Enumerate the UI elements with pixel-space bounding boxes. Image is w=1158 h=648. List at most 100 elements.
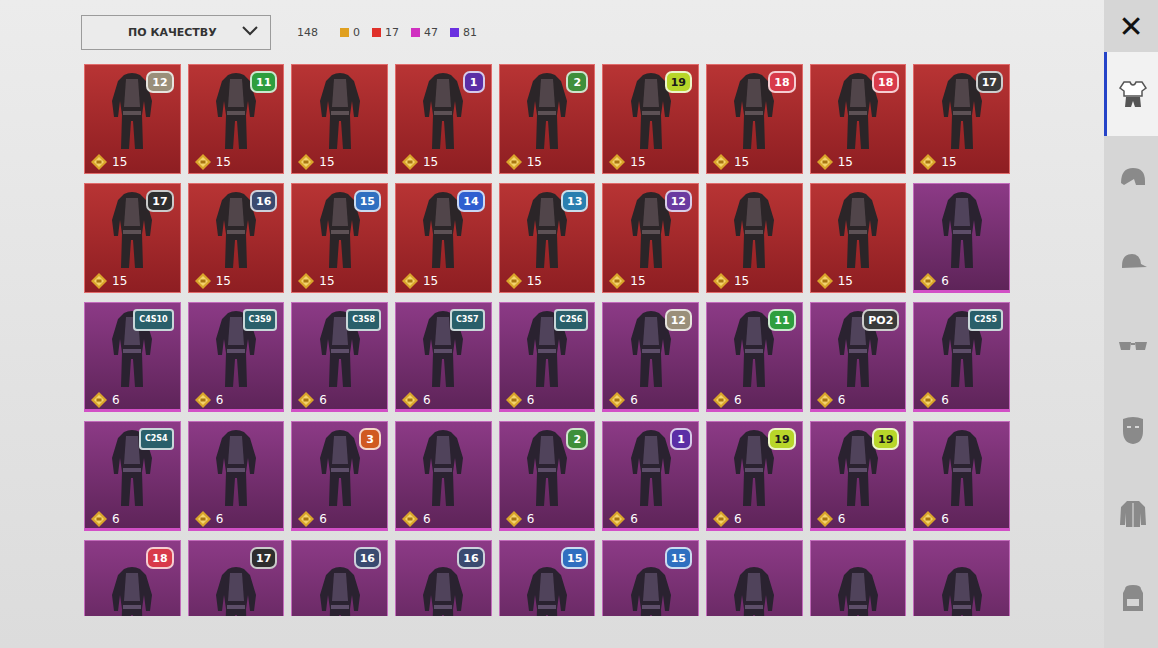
outfit-card[interactable]: 1514 [395,183,492,293]
coin-icon [298,511,314,527]
outfit-card[interactable]: 18 [84,540,181,616]
coin-icon [713,273,729,289]
item-cost: 15 [707,153,802,174]
item-grid-viewport: 1512151115151152151915181518151715171516… [84,64,1010,616]
outfit-card[interactable]: 6C3S7 [395,302,492,412]
outfit-card[interactable]: 1513 [499,183,596,293]
badge-text: 2 [574,77,582,88]
outfit-card[interactable]: 6C3S9 [188,302,285,412]
close-button[interactable]: ✕ [1104,0,1158,52]
outfit-icon [914,422,1009,510]
outfit-icon [292,65,387,153]
category-tab[interactable] [1104,388,1158,472]
item-cost: 15 [811,272,906,293]
outfit-card[interactable]: 1515 [291,183,388,293]
badge-text: 19 [671,77,686,88]
outfit-card[interactable] [810,540,907,616]
season-badge: 1 [670,428,692,450]
outfit-card[interactable]: 6C2S4 [84,421,181,531]
coin-icon [609,392,625,408]
outfit-card[interactable]: 6 [395,421,492,531]
cost-value: 6 [216,393,224,407]
season-badge: 19 [872,428,899,450]
category-tab[interactable] [1104,52,1158,136]
category-tab[interactable] [1104,304,1158,388]
glasses-icon [1117,336,1149,356]
coin-icon [713,392,729,408]
item-cost: 15 [292,272,387,293]
outfit-card[interactable]: 6C2S6 [499,302,596,412]
outfit-card[interactable]: 63 [291,421,388,531]
cost-value: 15 [630,274,645,288]
badge-text: 2 [574,434,582,445]
outfit-card[interactable]: 16 [395,540,492,616]
outfit-icon [914,541,1009,616]
outfit-card[interactable]: 151 [395,64,492,174]
outfit-card[interactable]: 15 [810,183,907,293]
item-cost: 6 [914,391,1009,412]
cost-value: 6 [216,512,224,526]
item-cost: 15 [603,272,698,293]
cost-value: 6 [838,512,846,526]
outfit-card[interactable]: 6 [913,183,1010,293]
outfit-card[interactable]: 15 [706,183,803,293]
season-badge: 17 [250,547,277,569]
outfit-card[interactable]: 6C3S8 [291,302,388,412]
outfit-card[interactable]: 62 [499,421,596,531]
cost-value: 15 [630,155,645,169]
outfit-card[interactable]: 1512 [602,183,699,293]
outfit-card[interactable]: 16 [291,540,388,616]
outfit-card[interactable]: 612 [602,302,699,412]
item-cost: 6 [707,391,802,412]
outfit-card[interactable]: 6 19 [810,421,907,531]
outfit-card[interactable]: 619 [706,421,803,531]
season-badge: 13 [561,190,588,212]
outfit-card[interactable]: 1516 [188,183,285,293]
badge-text: 15 [360,196,375,207]
badge-text: 14 [463,196,478,207]
category-tab[interactable] [1104,472,1158,556]
category-tab[interactable] [1104,220,1158,304]
outfit-card[interactable]: 17 [188,540,285,616]
cost-value: 15 [216,155,231,169]
outfit-card[interactable]: 6 11 [706,302,803,412]
outfit-card[interactable]: 6PO2 [810,302,907,412]
outfit-card[interactable]: 1517 [84,183,181,293]
outfit-card[interactable]: 15 [499,540,596,616]
badge-text: 17 [152,196,167,207]
outfit-card[interactable]: 6 [913,421,1010,531]
category-tab[interactable] [1104,136,1158,220]
sort-dropdown[interactable]: ПО КАЧЕСТВУ [81,15,271,50]
outfit-card[interactable] [706,540,803,616]
item-cost: 6 [189,391,284,412]
chevron-down-icon [242,26,258,39]
outfit-card[interactable]: 15 [602,540,699,616]
outfit-card[interactable]: 15 [291,64,388,174]
outfit-card[interactable]: 1512 [84,64,181,174]
coin-icon [298,392,314,408]
outfit-card[interactable]: 1519 [602,64,699,174]
season-badge: 11 [768,309,795,331]
cap-icon [1118,250,1148,274]
outfit-card[interactable]: 152 [499,64,596,174]
quality-swatch [450,28,459,37]
item-cost: 15 [914,153,1009,174]
category-tab[interactable] [1104,556,1158,640]
badge-text: 1 [677,434,685,445]
season-badge: C3S7 [450,309,485,331]
outfit-card[interactable]: 6 [188,421,285,531]
category-sidebar: ✕ [1104,0,1158,648]
outfit-card[interactable]: 1518 [810,64,907,174]
outfit-card[interactable]: 61 [602,421,699,531]
outfit-card[interactable]: 6C4S10 [84,302,181,412]
outfit-card[interactable]: 6C2S5 [913,302,1010,412]
outfit-card[interactable]: 1517 [913,64,1010,174]
outfit-card[interactable]: 1518 [706,64,803,174]
outfit-card[interactable] [913,540,1010,616]
coin-icon [91,154,107,170]
coin-icon [402,511,418,527]
outfit-icon [707,541,802,616]
cost-value: 15 [941,155,956,169]
coin-icon [817,511,833,527]
outfit-card[interactable]: 1511 [188,64,285,174]
